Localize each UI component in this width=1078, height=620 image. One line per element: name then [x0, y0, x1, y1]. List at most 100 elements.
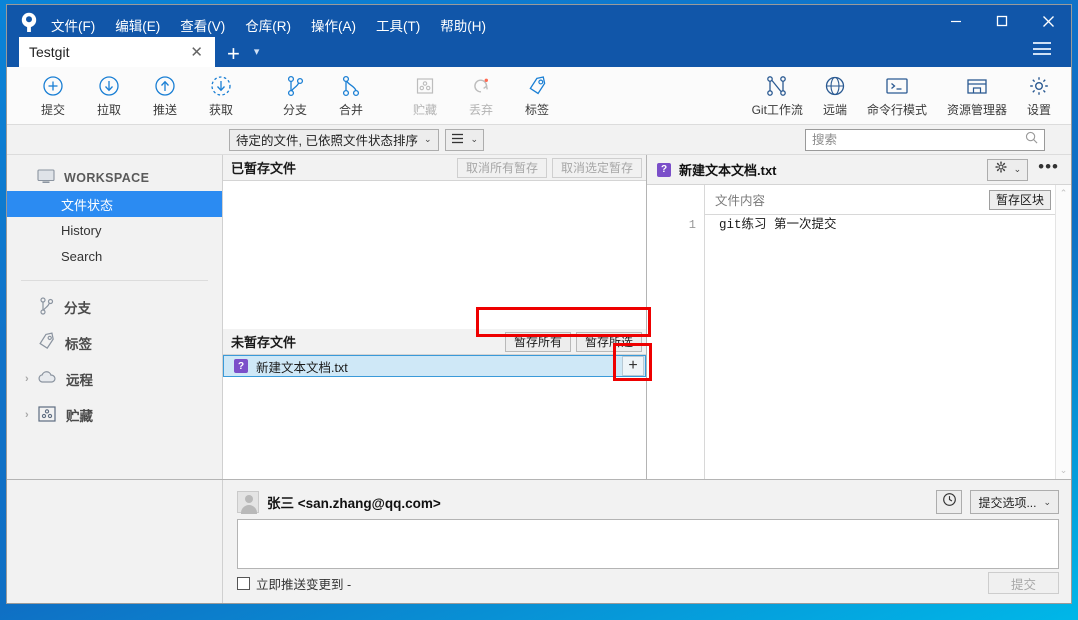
commit-author[interactable]: 张三 <san.zhang@qq.com>: [267, 492, 928, 512]
toolbar-stash-button[interactable]: 贮藏: [397, 73, 453, 118]
staged-files-list[interactable]: [223, 181, 646, 329]
menu-item-view[interactable]: 查看(V): [178, 13, 227, 37]
toolbar-terminal-button[interactable]: 命令行模式: [857, 73, 937, 118]
toolbar-commit-button[interactable]: 提交: [25, 73, 81, 118]
sidebar-item-label: History: [61, 222, 102, 238]
toolbar-gitflow-button[interactable]: Git工作流: [742, 73, 813, 118]
avatar: [237, 491, 259, 514]
menu-item-help[interactable]: 帮助(H): [438, 13, 488, 37]
sidebar-section-label: 贮藏: [66, 409, 93, 424]
sidebar-item-search[interactable]: Search: [7, 243, 222, 269]
unstage-selected-button[interactable]: 取消选定暂存: [551, 157, 642, 178]
toolbar-branch-button[interactable]: 分支: [267, 73, 323, 118]
toolbar-settings-button[interactable]: 设置: [1017, 73, 1061, 118]
toolbar-push-button[interactable]: 推送: [137, 73, 193, 118]
menu-item-tools[interactable]: 工具(T): [374, 13, 422, 37]
stage-file-button[interactable]: +: [622, 356, 644, 376]
commit-author-email: <san.zhang@qq.com>: [297, 496, 441, 511]
cloud-icon: [37, 370, 57, 388]
folder-explorer-icon: [965, 73, 989, 99]
stage-all-button[interactable]: 暂存所有: [504, 331, 571, 352]
menu-bar[interactable]: 文件(F) 编辑(E) 查看(V) 仓库(R) 操作(A) 工具(T) 帮助(H…: [49, 13, 488, 37]
sidebar-item-label: Search: [61, 248, 103, 264]
menu-item-edit[interactable]: 编辑(E): [113, 13, 162, 37]
commit-footer-row: 立即推送变更到 - 提交: [237, 569, 1059, 597]
tab-testgit[interactable]: Testgit ✕: [19, 37, 215, 67]
window-controls: [933, 5, 1071, 37]
menu-item-actions[interactable]: 操作(A): [309, 13, 358, 37]
commit-author-row: 张三 <san.zhang@qq.com> 提交选项... ⌄: [237, 488, 1059, 516]
tag-icon: [526, 73, 548, 99]
diff-settings-button[interactable]: ⌄: [986, 158, 1029, 181]
commit-history-button[interactable]: [936, 490, 963, 514]
sidebar-item-file-status[interactable]: 文件状态: [7, 191, 222, 217]
diff-column-header: 文件内容 暂存区块: [705, 185, 1055, 215]
toolbar-group-right: Git工作流 远端 命令行模式 资源管理器 设置: [742, 73, 1061, 118]
commit-panel: 张三 <san.zhang@qq.com> 提交选项... ⌄ 立即推送变更到 …: [7, 479, 1071, 603]
menu-item-file[interactable]: 文件(F): [49, 13, 97, 37]
tab-dropdown-icon[interactable]: ▾: [254, 45, 260, 58]
chevron-right-icon[interactable]: ›: [25, 409, 29, 421]
commit-message-box[interactable]: [237, 519, 1059, 569]
tag-icon: [37, 332, 56, 354]
file-status-panel: 已暂存文件 取消所有暂存 取消选定暂存 未暂存文件 暂存所有 暂存所选 ? 新建…: [223, 155, 647, 479]
hamburger-icon[interactable]: [1033, 42, 1051, 55]
diff-column-label: 文件内容: [715, 194, 766, 208]
untracked-status-icon: ?: [657, 162, 671, 177]
search-input[interactable]: [812, 132, 1012, 147]
close-button[interactable]: [1025, 5, 1071, 37]
toolbar-stash-label: 贮藏: [412, 103, 437, 117]
tab-close-icon[interactable]: ✕: [188, 45, 205, 60]
terminal-icon: [884, 73, 910, 99]
minimize-button[interactable]: [933, 5, 979, 37]
toolbar-merge-button[interactable]: 合并: [323, 73, 379, 118]
sidebar-item-history[interactable]: History: [7, 217, 222, 243]
commit-message-input[interactable]: [238, 520, 1058, 568]
file-sort-dropdown[interactable]: 待定的文件, 已依照文件状态排序 ⌄: [229, 128, 439, 151]
search-icon: [1025, 131, 1038, 149]
app-logo-icon: [17, 11, 41, 35]
search-box[interactable]: [805, 128, 1045, 151]
stash-box-icon: [414, 73, 436, 99]
scroll-up-icon[interactable]: ⌃: [1060, 188, 1068, 199]
sidebar-item-branches[interactable]: 分支: [7, 289, 222, 325]
chevron-right-icon[interactable]: ›: [25, 373, 29, 385]
file-sort-label: 待定的文件, 已依照文件状态排序: [236, 134, 418, 148]
chevron-down-icon: ⌄: [1043, 496, 1051, 507]
diff-code-area[interactable]: 文件内容 暂存区块 git练习 第一次提交: [705, 185, 1055, 479]
stage-selected-button[interactable]: 暂存所选: [575, 331, 642, 352]
more-dots-icon[interactable]: •••: [1036, 157, 1065, 183]
push-immediately-label: 立即推送变更到 -: [256, 577, 352, 592]
sidebar-item-remotes[interactable]: › 远程: [7, 361, 222, 397]
stash-box-icon: [37, 405, 57, 426]
unstaged-files-list[interactable]: ? 新建文本文档.txt +: [223, 355, 646, 479]
list-item[interactable]: ? 新建文本文档.txt +: [223, 355, 646, 377]
toolbar-gitflow-label: Git工作流: [751, 103, 803, 117]
menu-item-repository[interactable]: 仓库(R): [243, 13, 293, 37]
tab-strip: Testgit ✕ + ▾: [19, 37, 259, 67]
toolbar-remote-button[interactable]: 远端: [813, 73, 857, 118]
toolbar-explorer-button[interactable]: 资源管理器: [937, 73, 1017, 118]
toolbar-pull-button[interactable]: 拉取: [81, 73, 137, 118]
maximize-button[interactable]: [979, 5, 1025, 37]
stage-hunk-button[interactable]: 暂存区块: [988, 189, 1051, 210]
view-mode-dropdown[interactable]: ⌄: [444, 128, 485, 151]
sidebar-item-stashes[interactable]: › 贮藏: [7, 397, 222, 433]
sidebar-item-label: 文件状态: [61, 197, 114, 213]
commit-options-button[interactable]: 提交选项... ⌄: [970, 490, 1059, 514]
commit-submit-button[interactable]: 提交: [987, 572, 1059, 594]
sidebar-item-tags[interactable]: 标签: [7, 325, 222, 361]
clock-icon: [942, 492, 957, 512]
toolbar-tag-button[interactable]: 标签: [509, 73, 565, 118]
checkbox-box[interactable]: [237, 576, 250, 590]
sidebar-workspace-label: WORKSPACE: [64, 171, 150, 185]
push-immediately-checkbox[interactable]: 立即推送变更到 -: [237, 574, 351, 593]
toolbar-discard-button[interactable]: 丢弃: [453, 73, 509, 118]
diff-file-name: 新建文本文档.txt: [679, 163, 777, 178]
diff-panel: ? 新建文本文档.txt ⌄ ••• 1 文件内容 暂存区块 git练习 第一次…: [647, 155, 1071, 479]
diff-scrollbar[interactable]: ⌃ ⌄: [1055, 185, 1071, 479]
unstage-all-button[interactable]: 取消所有暂存: [456, 157, 547, 178]
toolbar-fetch-button[interactable]: 获取: [193, 73, 249, 118]
new-tab-button[interactable]: +: [227, 43, 240, 65]
scroll-down-icon[interactable]: ⌄: [1060, 465, 1068, 476]
